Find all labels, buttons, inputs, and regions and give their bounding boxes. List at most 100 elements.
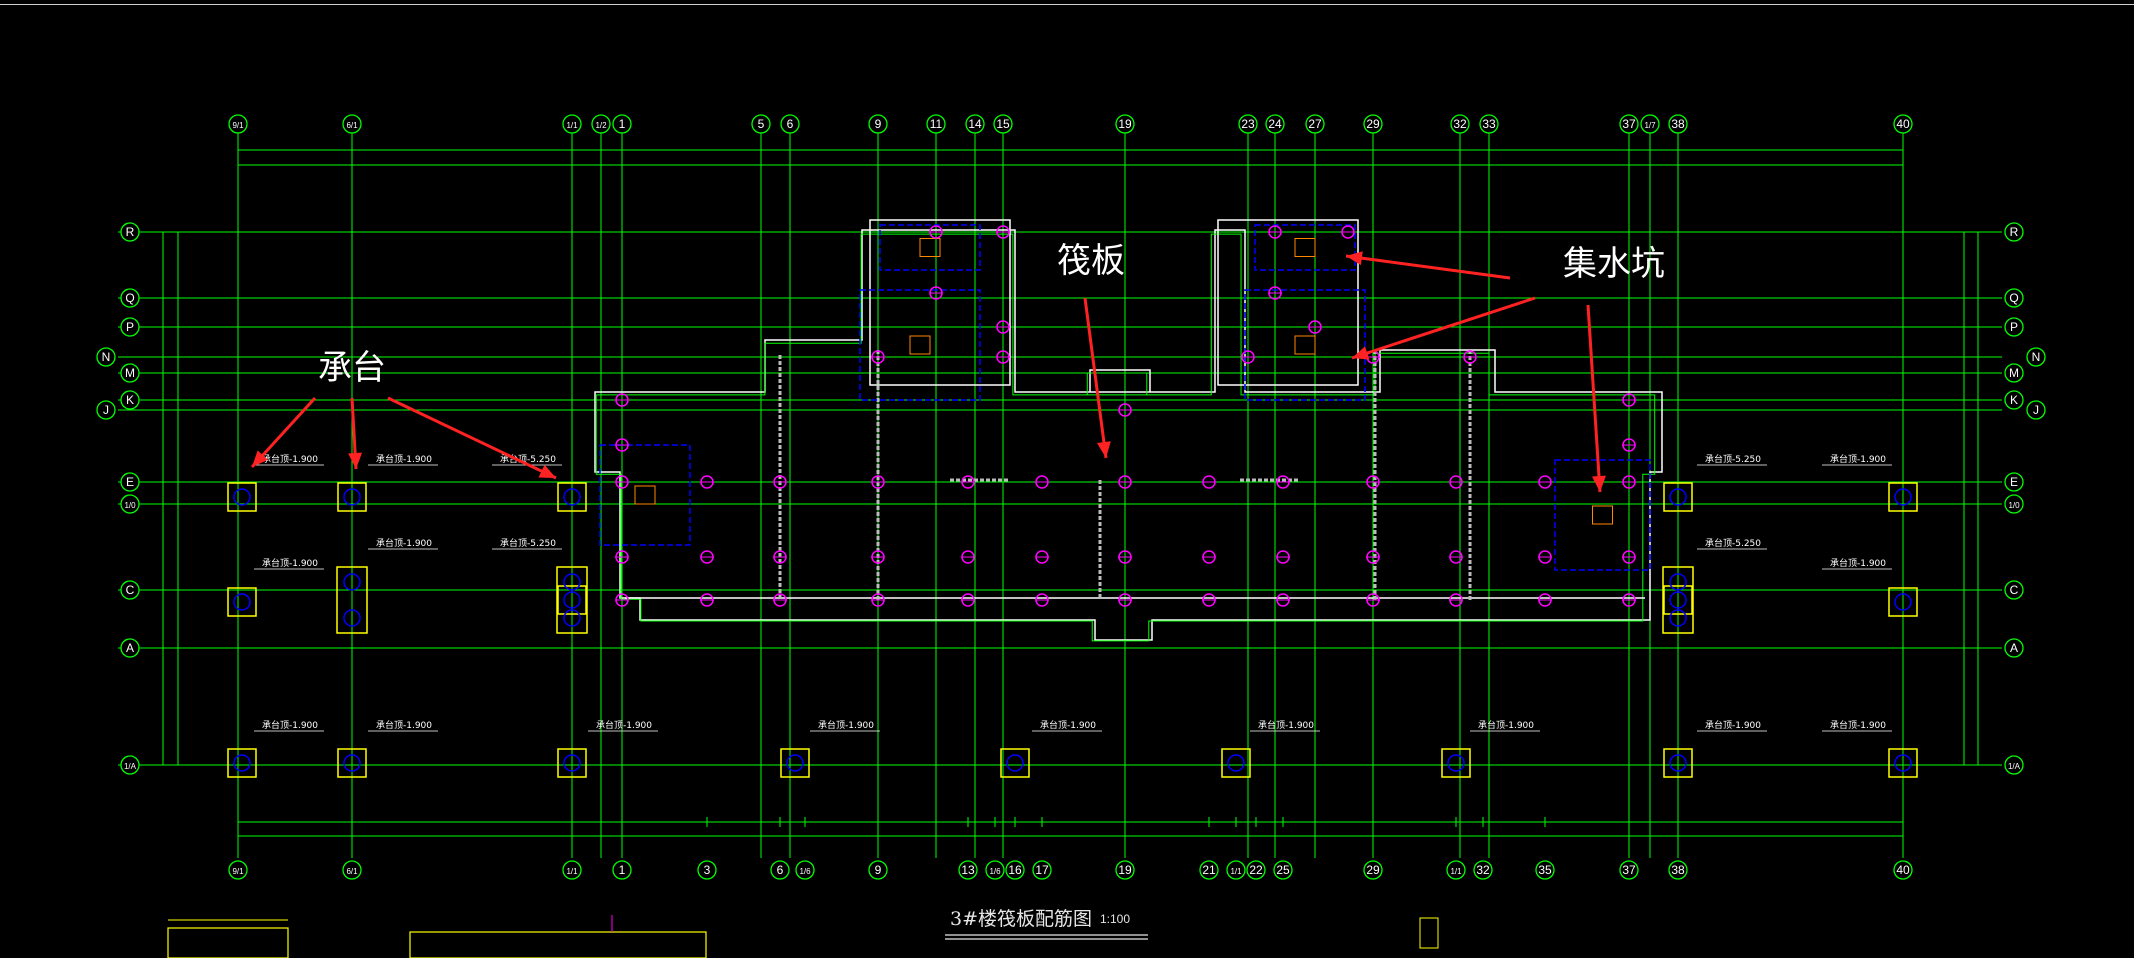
axis-label: 15 [996,117,1010,131]
axis-label: K [2010,393,2018,407]
axis-label: 25 [1276,863,1290,877]
axis-label: 13 [961,863,975,877]
axis-label: 21 [1202,863,1216,877]
axis-label: 29 [1366,863,1380,877]
axis-label: 1/2 [595,121,607,130]
axis-label: 37 [1622,863,1636,877]
raft-outer-line [594,229,1663,641]
sump-pit-mark [634,485,656,505]
pile-marker [1006,754,1024,772]
axis-label: 35 [1538,863,1552,877]
axis-label: 1/1 [1450,867,1462,876]
pile-marker [233,754,251,772]
sump-pit-outline [1244,289,1366,401]
cap-elevation-label: 承台顶-5.250 [500,537,556,549]
pile-marker [233,488,251,506]
cap-elevation-label: 承台顶-1.900 [262,453,318,465]
detail-fragments [167,915,1439,958]
axis-label: 1/1 [566,867,578,876]
cap-elevation-label: 承台顶-1.900 [1478,719,1534,731]
axis-label: 6/1 [346,867,358,876]
axis-label: 1/0 [2008,501,2020,510]
sheet-title: 3#楼筏板配筋图 [950,908,1093,930]
callout-arrow-shaft [1345,254,1511,280]
axis-label: 32 [1476,863,1490,877]
cap-elevation-label: 承台顶-1.900 [1830,453,1886,465]
cap-elevation-label: 承台顶-1.900 [1830,557,1886,569]
axis-label: 32 [1453,117,1467,131]
axis-label: J [103,403,109,417]
axis-label: 1/A [2008,762,2021,771]
axis-label: 11 [930,117,943,131]
axis-label: M [125,366,135,380]
axis-label: 27 [1308,117,1322,131]
axis-label: 22 [1249,863,1263,877]
axis-label: 1/6 [989,867,1001,876]
callout-arrow-shaft [1351,296,1536,360]
axis-label: E [2010,475,2018,489]
callout-arrow-shaft [1586,304,1602,493]
pile-cap [1000,748,1030,778]
axis-label: 29 [1366,117,1380,131]
core-wall-right [1217,219,1359,386]
cap-elevation-label: 承台顶-1.900 [1705,719,1761,731]
cap-elevation-label: 承台顶-1.900 [1040,719,1096,731]
pile-caps: 承台顶-1.900 承台顶-1.900 承台顶-5.250 承台顶-1.900 承台顶-… [227,453,1918,778]
axis-label: 6 [777,863,784,877]
axis-label: N [2032,350,2041,364]
cap-elevation-label: 承台顶-5.250 [1705,537,1761,549]
sump-pit-mark [919,238,941,257]
cap-elevation-label: 承台顶-1.900 [376,537,432,549]
axis-label: Q [125,291,134,305]
cap-callout-label: 承台 [318,348,386,388]
cad-drawing-canvas[interactable]: 承台顶-1.900 承台顶-1.900 承台顶-5.250 承台顶-1.900 承台顶-… [0,0,2134,958]
pile-marker [1227,754,1245,772]
sump-callout-label: 集水坑 [1563,244,1665,284]
axis-label: E [126,475,134,489]
axis-label: C [126,583,135,597]
axis-label: 5 [758,117,765,131]
axis-bubbles: 9/1 6/1 1/1 1/2 1 5 6 9 11 14 15 19 23 24 27 29 32 33 37 1/… [96,114,2046,880]
cap-elevation-label: 承台顶-1.900 [1258,719,1314,731]
pile-marker [233,593,251,611]
axis-label: 1/6 [799,867,811,876]
axis-label: 37 [1622,117,1636,131]
axis-label: 9 [875,863,882,877]
axis-label: J [2033,403,2039,417]
axis-label: 1/0 [124,501,136,510]
sump-pit-mark [1294,238,1316,257]
pile-cap [227,482,257,512]
raft-callout-label: 筏板 [1057,241,1125,281]
axis-label: Q [2009,291,2018,305]
axis-label: N [102,350,111,364]
axis-label: 19 [1118,117,1132,131]
cap-elevation-label: 承台顶-1.900 [262,719,318,731]
sheet-scale: 1:100 [1100,912,1131,926]
axis-label: 19 [1118,863,1132,877]
axis-label: 6 [787,117,794,131]
cap-elevation-label: 承台顶-5.250 [1705,453,1761,465]
axis-label: A [2010,641,2018,655]
axis-label: C [2010,583,2019,597]
pile-cap [1221,748,1251,778]
pile-cap [227,748,257,778]
sump-pit-mark [909,335,931,355]
axis-label: 1 [619,117,626,131]
detail-legend [1419,917,1439,949]
axis-label: 24 [1268,117,1282,131]
pile-cap [1441,748,1471,778]
pile-marker [1447,754,1465,772]
detail-cap-section [167,927,289,958]
cap-elevation-label: 承台顶-1.900 [1830,719,1886,731]
axis-label: 38 [1671,117,1685,131]
axis-label: 9/1 [232,867,244,876]
sump-pit-mark [1294,335,1316,355]
axis-label: 16 [1008,863,1022,877]
axis-label: 33 [1482,117,1496,131]
axis-label: 38 [1671,863,1685,877]
axis-label: 40 [1896,863,1910,877]
cap-elevation-label: 承台顶-1.900 [596,719,652,731]
raft-outline [594,219,1663,642]
axis-label: 1/1 [566,121,578,130]
axis-label: 6/1 [346,121,358,130]
